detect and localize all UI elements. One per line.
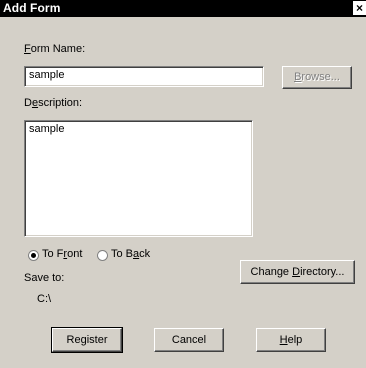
change-directory-button[interactable]: Change Directory... — [240, 260, 355, 284]
radio-to-back-button[interactable] — [97, 250, 108, 261]
form-name-label: Form Name: — [24, 43, 86, 55]
save-to-path: C:\ — [37, 293, 52, 305]
save-to-label: Save to: — [24, 272, 65, 284]
title-bar: Add Form × — [0, 0, 366, 17]
radio-to-back-label[interactable]: To Back — [111, 248, 150, 260]
cancel-button[interactable]: Cancel — [154, 328, 224, 352]
radio-to-front-label[interactable]: To Front — [42, 248, 82, 260]
radio-to-front-button[interactable] — [28, 250, 39, 261]
window-title: Add Form — [3, 1, 61, 15]
close-icon[interactable]: × — [353, 1, 366, 15]
form-name-input[interactable]: sample — [24, 66, 264, 87]
browse-button[interactable]: Browse... — [282, 66, 352, 89]
description-label: Description: — [24, 97, 83, 109]
register-button[interactable]: Register — [51, 327, 123, 353]
help-button[interactable]: Help — [256, 328, 326, 352]
description-textarea[interactable]: sample — [24, 120, 253, 237]
